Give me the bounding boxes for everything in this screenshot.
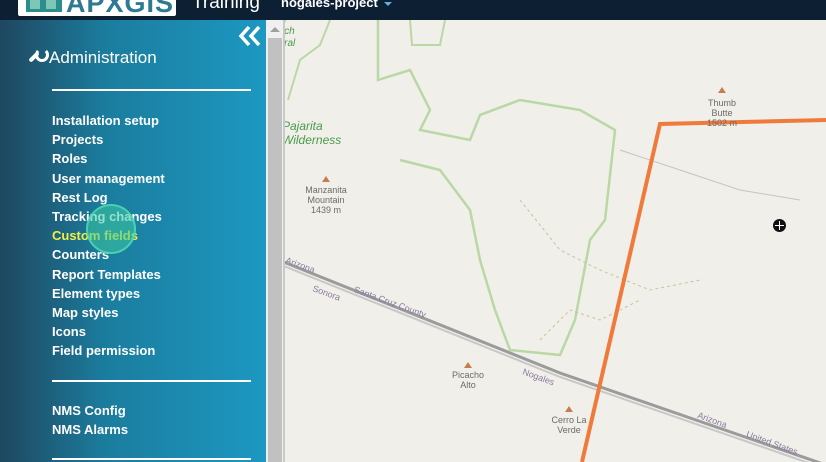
menu-item-user-management[interactable]: User management xyxy=(52,171,165,190)
collapse-sidebar-button[interactable] xyxy=(238,25,262,47)
nms-menu: NMS Config NMS Alarms xyxy=(52,403,128,441)
sidebar-scrollbar[interactable] xyxy=(266,20,285,462)
logo-text: APXGIS xyxy=(66,0,175,16)
menu-item-roles[interactable]: Roles xyxy=(52,151,165,170)
peak-icon xyxy=(565,406,573,412)
menu-item-installation-setup[interactable]: Installation setup xyxy=(52,113,165,132)
peak-icon xyxy=(464,362,472,368)
scroll-up-arrow-icon[interactable] xyxy=(270,27,280,32)
peak-icon xyxy=(322,176,330,182)
park-boundary xyxy=(409,20,446,46)
sidebar-title-text: Administration xyxy=(49,48,157,67)
peak-icon xyxy=(718,87,726,93)
project-name: nogales-project xyxy=(281,0,378,10)
map-label-manzanita: Manzanita Mountain 1439 m xyxy=(305,185,347,215)
project-selector[interactable]: nogales-project xyxy=(281,0,392,10)
top-bar: APXGIS Training nogales-project xyxy=(0,0,826,20)
menu-item-projects[interactable]: Projects xyxy=(52,132,165,151)
app-title[interactable]: Training xyxy=(192,0,260,14)
menu-item-map-styles[interactable]: Map styles xyxy=(52,305,165,324)
menu-item-nms-alarms[interactable]: NMS Alarms xyxy=(52,422,128,441)
caret-down-icon xyxy=(383,1,392,6)
logo-mark-icon xyxy=(26,0,62,12)
menu-item-icons[interactable]: Icons xyxy=(52,324,165,343)
sidebar-title: Administration xyxy=(27,48,157,68)
divider xyxy=(52,380,251,382)
menu-item-report-templates[interactable]: Report Templates xyxy=(52,267,165,286)
wrench-icon xyxy=(27,48,49,64)
apxgis-logo[interactable]: APXGIS xyxy=(18,0,176,16)
divider xyxy=(52,458,251,460)
menu-item-nms-config[interactable]: NMS Config xyxy=(52,403,128,422)
map-label-cerro: Cerro La Verde xyxy=(551,415,587,435)
map-label-thumb-butte: Thumb Butte 1502 m xyxy=(706,98,738,128)
crosshair-cursor-icon xyxy=(773,219,786,232)
double-chevron-left-icon xyxy=(238,25,261,47)
menu-item-field-permission[interactable]: Field permission xyxy=(52,343,165,362)
scrollbar-thumb[interactable] xyxy=(268,38,282,462)
divider xyxy=(52,89,251,91)
map-label-picacho: Picacho Alto xyxy=(451,370,485,390)
click-indicator xyxy=(86,204,136,254)
trail xyxy=(539,299,641,341)
admin-sidebar: Administration Installation setup Projec… xyxy=(0,20,266,462)
trail xyxy=(519,199,701,291)
map-label-pajarita: Pajarita Wilderness xyxy=(282,119,342,147)
menu-item-element-types[interactable]: Element types xyxy=(52,286,165,305)
